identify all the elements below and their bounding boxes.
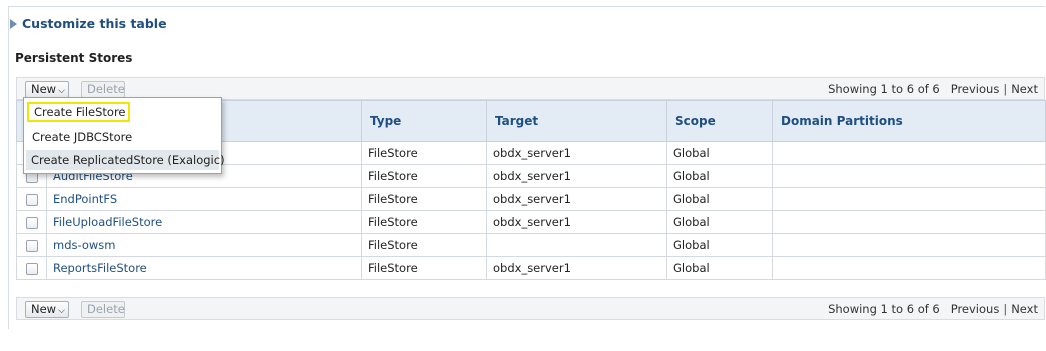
column-header-target[interactable]: Target [486, 100, 667, 142]
name-cell: FileUploadFileStore [46, 210, 362, 234]
scope-cell: Global [666, 164, 773, 188]
row-checkbox[interactable] [25, 239, 38, 252]
chevron-down-icon: ⌵ [58, 306, 65, 316]
partitions-cell [772, 141, 1046, 165]
delete-button[interactable]: Delete [81, 81, 125, 98]
target-cell: obdx_server1 [486, 141, 667, 165]
type-cell: FileStore [361, 256, 487, 280]
store-name-link[interactable]: ReportsFileStore [53, 261, 147, 275]
menu-item-create-jdbcstore[interactable]: Create JDBCStore [27, 127, 137, 147]
target-cell: obdx_server1 [486, 256, 667, 280]
delete-button[interactable]: Delete [81, 301, 125, 318]
partitions-cell [772, 210, 1046, 234]
row-checkbox[interactable] [25, 216, 38, 229]
type-cell: FileStore [361, 210, 487, 234]
store-name-link[interactable]: mds-owsm [53, 238, 116, 252]
row-checkbox-cell [16, 187, 47, 211]
row-checkbox[interactable] [25, 193, 38, 206]
table-toolbar-bottom: New ⌵ Delete Showing 1 to 6 of 6 Previous… [16, 297, 1045, 320]
partitions-cell [772, 164, 1046, 188]
column-header-scope[interactable]: Scope [666, 100, 773, 142]
type-cell: FileStore [361, 141, 487, 165]
scope-cell: Global [666, 256, 773, 280]
previous-link[interactable]: Previous [951, 82, 1000, 96]
column-header-type[interactable]: Type [361, 100, 487, 142]
partitions-cell [772, 256, 1046, 280]
new-button-label: New [31, 82, 57, 96]
row-checkbox-cell [16, 256, 47, 280]
section-title: Persistent Stores [15, 51, 133, 65]
type-cell: FileStore [361, 164, 487, 188]
chevron-down-icon: ⌵ [58, 86, 65, 96]
pager: Showing 1 to 6 of 6 Previous | Next [828, 302, 1038, 316]
name-cell: mds-owsm [46, 233, 362, 257]
new-button[interactable]: New ⌵ [25, 301, 69, 318]
name-cell: ReportsFileStore [46, 256, 362, 280]
type-cell: FileStore [361, 233, 487, 257]
next-link[interactable]: Next [1011, 82, 1038, 96]
table-row: EndPointFS FileStore obdx_server1 Global [16, 187, 1046, 211]
store-name-link[interactable]: EndPointFS [53, 192, 117, 206]
table-row: ReportsFileStore FileStore obdx_server1 … [16, 256, 1046, 280]
type-cell: FileStore [361, 187, 487, 211]
customize-table-label: Customize this table [22, 16, 167, 31]
menu-item-create-replicatedstore[interactable]: Create ReplicatedStore (Exalogic) [26, 150, 225, 170]
pager-text: Showing 1 to 6 of 6 [828, 82, 940, 96]
partitions-cell [772, 187, 1046, 211]
scope-cell: Global [666, 187, 773, 211]
customize-table-link[interactable]: Customize this table [10, 16, 167, 31]
new-button-label: New [31, 302, 57, 316]
expand-triangle-icon [10, 19, 17, 29]
column-header-domain-partitions[interactable]: Domain Partitions [772, 100, 1046, 142]
scope-cell: Global [666, 141, 773, 165]
target-cell: obdx_server1 [486, 210, 667, 234]
scope-cell: Global [666, 210, 773, 234]
new-button[interactable]: New ⌵ [25, 81, 69, 98]
previous-link[interactable]: Previous [951, 302, 1000, 316]
row-checkbox-cell [16, 210, 47, 234]
target-cell [486, 233, 667, 257]
target-cell: obdx_server1 [486, 187, 667, 211]
row-checkbox[interactable] [25, 262, 38, 275]
next-link[interactable]: Next [1011, 302, 1038, 316]
target-cell: obdx_server1 [486, 164, 667, 188]
pager-text: Showing 1 to 6 of 6 [828, 302, 940, 316]
pager: Showing 1 to 6 of 6 Previous | Next [828, 82, 1038, 96]
store-name-link[interactable]: FileUploadFileStore [53, 215, 162, 229]
table-row: mds-owsm FileStore Global [16, 233, 1046, 257]
menu-item-create-filestore[interactable]: Create FileStore [27, 102, 130, 122]
table-row: FileUploadFileStore FileStore obdx_serve… [16, 210, 1046, 234]
row-checkbox-cell [16, 233, 47, 257]
partitions-cell [772, 233, 1046, 257]
new-dropdown-menu: Create FileStore Create JDBCStore Create… [23, 97, 225, 174]
name-cell: EndPointFS [46, 187, 362, 211]
scope-cell: Global [666, 233, 773, 257]
